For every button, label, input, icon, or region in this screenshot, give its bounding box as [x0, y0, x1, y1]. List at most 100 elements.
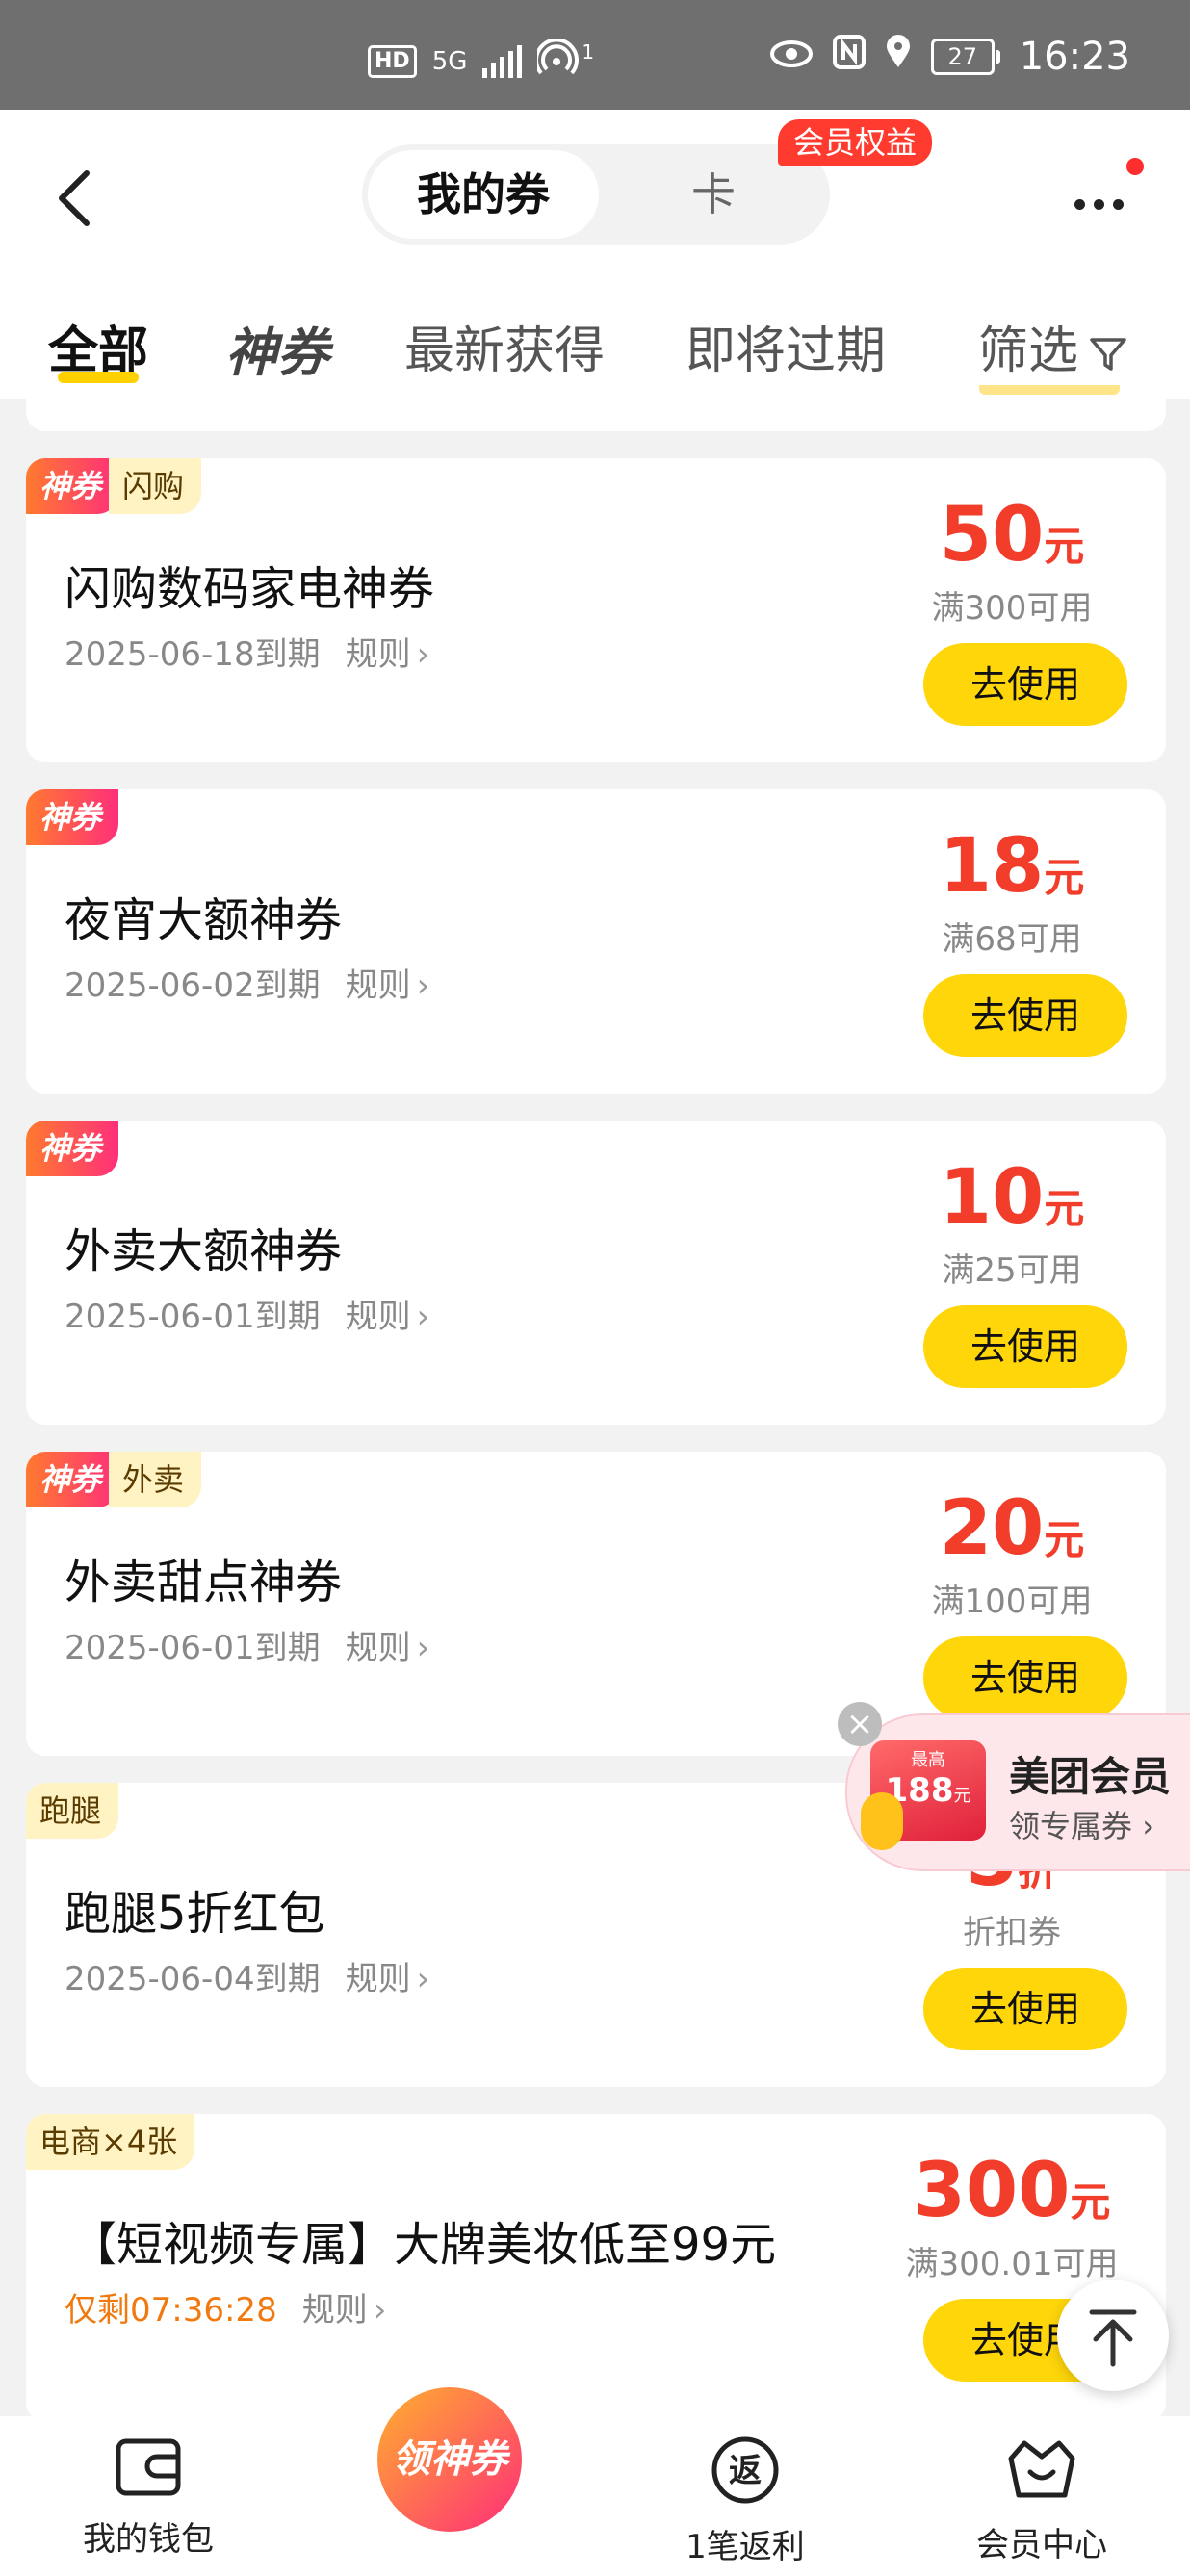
tab-expiring[interactable]: 即将过期 [686, 310, 886, 382]
coupon-condition: 满300可用 [931, 589, 1093, 628]
coupon-title: 跑腿5折红包 [65, 1887, 325, 1941]
back-button[interactable] [46, 160, 104, 237]
nav-get-coupon[interactable]: 领神券 [377, 2387, 522, 2532]
tab-newest[interactable]: 最新获得 [404, 310, 605, 382]
member-promo-popup[interactable]: 最高 188元 美团会员 领专属券 › [845, 1713, 1190, 1871]
chevron-right-icon: › [1142, 1808, 1154, 1844]
amount-value: 10 [939, 1154, 1045, 1241]
use-button[interactable]: 去使用 [923, 1968, 1127, 2050]
nav-rebate[interactable]: 返 1笔返利 [630, 2435, 861, 2567]
more-dot-icon [1094, 198, 1104, 210]
shen-coupon-tag: 神券 [26, 1121, 119, 1176]
rule-label: 规则 [345, 966, 411, 1005]
coupon-title: 闪购数码家电神券 [65, 562, 435, 616]
chevron-right-icon: › [416, 966, 430, 1005]
use-button[interactable]: 去使用 [923, 974, 1127, 1057]
hotspot-count: 1 [582, 39, 595, 64]
coupon-expiry: 2025-06-01到期 [65, 1629, 321, 1667]
chevron-right-icon: › [416, 1960, 430, 1998]
arrow-up-icon [1089, 2309, 1137, 2367]
rebate-icon: 返 [711, 2436, 779, 2504]
coupon-expiry: 2025-06-02到期 [65, 966, 321, 1005]
close-icon[interactable]: × [838, 1702, 882, 1746]
shen-coupon-tag: 神券 [26, 1452, 119, 1507]
tab-shen-coupon[interactable]: 神券 [225, 310, 329, 386]
bottom-nav: 我的钱包 领神券 返 1笔返利 会员中心 [0, 2387, 1190, 2576]
coupon-card[interactable]: 神券 外卖大额神券 2025-06-01到期 规则 › 10元 满25可用 去使用 [26, 1121, 1166, 1425]
nav-member-center[interactable]: 会员中心 [926, 2435, 1157, 2565]
status-bar: HD 5G 1 27 16:23 [0, 0, 1190, 110]
tab-filter[interactable]: 筛选 [978, 310, 1128, 382]
coupon-card[interactable]: 神券 外卖 外卖甜点神券 2025-06-01到期 规则 › 20元 满100可用 … [26, 1452, 1166, 1756]
nav-rebate-label: 1笔返利 [686, 2528, 805, 2566]
coupon-meta: 仅剩07:36:28 规则 › [65, 2283, 386, 2331]
use-button[interactable]: 去使用 [923, 1636, 1127, 1719]
filter-icon [1090, 338, 1126, 371]
coin-icon [861, 1792, 903, 1850]
network-type: 5G [431, 46, 468, 76]
category-tag: 外卖 [109, 1452, 202, 1507]
status-right: 27 16:23 [769, 35, 1130, 79]
coupon-amount: 18元 [896, 824, 1127, 909]
shen-coupon-tag: 神券 [26, 458, 119, 514]
amount-value: 50 [939, 492, 1045, 579]
coupon-condition: 满100可用 [931, 1583, 1093, 1621]
coupon-tags: 电商×4张 [26, 2114, 195, 2170]
member-benefits-badge[interactable]: 会员权益 [778, 119, 933, 166]
coupon-card-partial [26, 385, 1166, 431]
coupon-meta: 2025-06-04到期 规则 › [65, 1952, 429, 1999]
amount-unit: 元 [1070, 2178, 1111, 2226]
chevron-right-icon: › [416, 1298, 430, 1336]
rule-link[interactable]: 规则 › [346, 635, 430, 674]
rule-link[interactable]: 规则 › [346, 1629, 430, 1667]
rule-link[interactable]: 规则 › [346, 1298, 430, 1336]
coupon-countdown: 仅剩07:36:28 [65, 2291, 277, 2330]
amount-unit: 元 [1044, 1516, 1085, 1563]
coupon-card[interactable]: 神券 闪购 闪购数码家电神券 2025-06-18到期 规则 › 50元 满300可… [26, 458, 1166, 762]
nav-wallet-label: 我的钱包 [83, 2520, 214, 2559]
rule-link[interactable]: 规则 › [346, 966, 430, 1005]
rule-link[interactable]: 规则 › [302, 2291, 387, 2330]
back-to-top-button[interactable] [1057, 2280, 1169, 2391]
tab-my-coupons[interactable]: 我的券 [368, 150, 599, 239]
crown-basket-icon [1008, 2440, 1075, 2498]
tab-cards[interactable]: 卡 [651, 150, 776, 239]
more-button[interactable] [1074, 185, 1136, 223]
amount-value: 300 [913, 2148, 1071, 2234]
nav-member-label: 会员中心 [976, 2526, 1107, 2564]
tab-underline [58, 372, 139, 383]
hd-icon: HD [368, 44, 417, 78]
coupon-meta: 2025-06-01到期 规则 › [65, 1290, 429, 1337]
filter-label: 筛选 [978, 322, 1079, 380]
category-tag: 电商×4张 [26, 2114, 195, 2170]
coupon-meta: 2025-06-02到期 规则 › [65, 959, 429, 1006]
coupon-tags: 神券 [26, 1121, 119, 1176]
rule-link[interactable]: 规则 › [346, 1960, 430, 1998]
coupon-condition: 满25可用 [942, 1251, 1082, 1290]
coupon-meta: 2025-06-18到期 规则 › [65, 628, 429, 675]
rule-label: 规则 [345, 1960, 411, 1998]
header: 我的券 卡 会员权益 全部 神券 最新获得 即将过期 筛选 [0, 110, 1190, 399]
chevron-left-icon [59, 170, 90, 226]
status-left: HD 5G 1 [368, 38, 595, 84]
coupon-tags: 神券 闪购 [26, 458, 202, 514]
member-subtitle-text: 领专属券 [1009, 1808, 1133, 1844]
coupon-card[interactable]: 神券 夜宵大额神券 2025-06-02到期 规则 › 18元 满68可用 去使用 [26, 789, 1166, 1094]
coupon-amount: 10元 [896, 1155, 1127, 1240]
rule-label: 规则 [345, 1298, 411, 1336]
coupon-expiry: 2025-06-04到期 [65, 1960, 321, 1998]
nfc-icon [832, 35, 866, 79]
coupon-title: 夜宵大额神券 [65, 893, 343, 947]
coupon-condition: 满68可用 [942, 920, 1082, 959]
coupon-tags: 神券 外卖 [26, 1452, 202, 1507]
rule-label: 规则 [345, 1629, 411, 1667]
more-dot-icon [1074, 198, 1085, 210]
use-button[interactable]: 去使用 [923, 643, 1127, 726]
amount-unit: 元 [1044, 854, 1085, 901]
use-button[interactable]: 去使用 [923, 1305, 1127, 1388]
coupon-expiry: 2025-06-01到期 [65, 1298, 321, 1336]
signal-icon [482, 44, 523, 78]
coupon-card[interactable]: 电商×4张 【短视频专属】大牌美妆低至99元 仅剩07:36:28 规则 › 300… [26, 2114, 1166, 2422]
nav-wallet[interactable]: 我的钱包 [33, 2435, 264, 2560]
chevron-right-icon: › [416, 635, 430, 674]
